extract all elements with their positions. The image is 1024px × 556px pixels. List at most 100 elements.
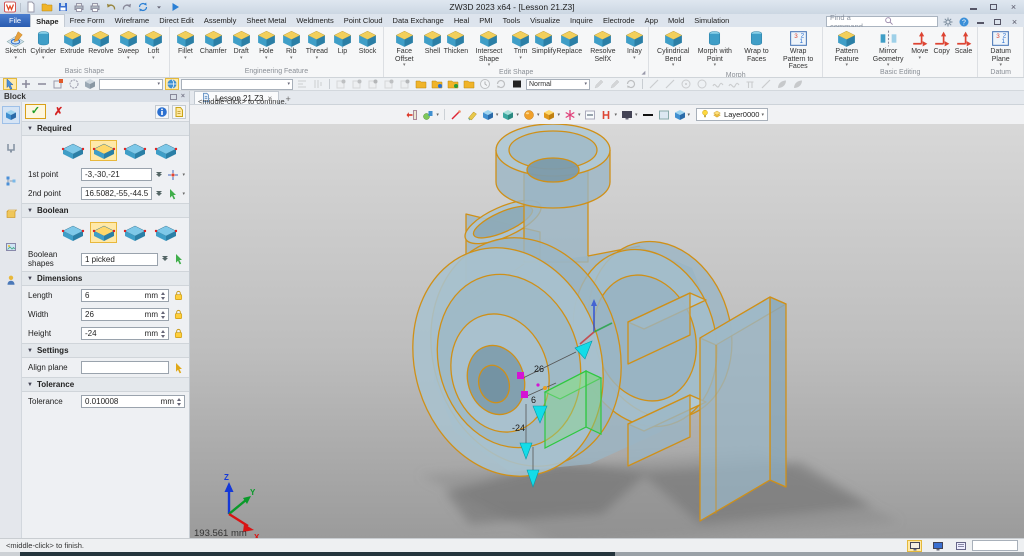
manager-clamp-icon[interactable] xyxy=(2,139,20,157)
select-filter-icon[interactable] xyxy=(3,78,17,90)
paint-icon[interactable] xyxy=(465,108,479,121)
sketch-mini-icon[interactable] xyxy=(449,108,463,121)
search-input[interactable]: Find a command xyxy=(826,14,938,27)
manager-shape-icon[interactable] xyxy=(1,106,20,124)
notes-icon[interactable] xyxy=(172,104,186,119)
draft-button[interactable]: Draft ▾ xyxy=(229,28,254,61)
display-monitor-icon[interactable] xyxy=(930,540,945,552)
trim-button[interactable]: Trim ▾ xyxy=(510,28,532,61)
shape-picker-icon[interactable] xyxy=(166,188,179,200)
restore-doc-icon[interactable] xyxy=(991,17,1004,27)
undo-icon[interactable] xyxy=(105,1,117,13)
revolve-button[interactable]: Revolve xyxy=(86,28,115,56)
dropdown-caret-icon[interactable]: ▾ xyxy=(557,112,560,118)
extrude-button[interactable]: Extrude xyxy=(58,28,86,56)
pattern-feature-button[interactable]: Pattern Feature ▾ xyxy=(826,28,867,68)
dropdown-caret-icon[interactable]: ▾ xyxy=(919,55,922,61)
dropdown-caret-icon[interactable]: ▾ xyxy=(290,55,293,61)
section-boolean[interactable]: ▼ Boolean xyxy=(22,203,189,218)
thicken-button[interactable]: Thicken xyxy=(443,28,468,56)
ok-button[interactable]: ✓ xyxy=(25,104,46,119)
cancel-button[interactable]: ✗ xyxy=(49,104,68,119)
lock-icon[interactable] xyxy=(172,309,185,321)
tab-mold[interactable]: Mold xyxy=(663,14,689,27)
shell-button[interactable]: Shell xyxy=(422,28,444,56)
draw-circle-icon[interactable] xyxy=(695,78,709,90)
picker-caret-icon[interactable]: ▾ xyxy=(182,191,185,197)
replace-button[interactable]: Replace xyxy=(556,28,582,56)
tab-wireframe[interactable]: Wireframe xyxy=(110,14,155,27)
wrap-to-faces-button[interactable]: Wrap to Faces xyxy=(736,28,778,63)
dropdown-caret-icon[interactable]: ▾ xyxy=(516,112,519,118)
appearance-icon[interactable] xyxy=(563,108,577,121)
tab-heal[interactable]: Heal xyxy=(449,14,474,27)
combo-caret-icon[interactable]: ▾ xyxy=(761,112,764,118)
tab-data-exchange[interactable]: Data Exchange xyxy=(388,14,449,27)
plane-picker-icon[interactable] xyxy=(172,362,185,374)
folder-new-icon[interactable] xyxy=(414,78,428,90)
tab-tools[interactable]: Tools xyxy=(498,14,526,27)
sketch-button[interactable]: Sketch ▾ xyxy=(3,28,28,61)
surface-leaf2-icon[interactable] xyxy=(791,78,805,90)
dropdown-caret-icon[interactable]: ▾ xyxy=(688,112,691,118)
length-input[interactable]: 6 mm xyxy=(81,289,169,302)
new-file-icon[interactable] xyxy=(25,1,37,13)
tab-point-cloud[interactable]: Point Cloud xyxy=(339,14,388,27)
manager-tree-icon[interactable] xyxy=(2,172,20,190)
shape-picker-icon[interactable] xyxy=(172,253,185,265)
dropdown-caret-icon[interactable]: ▾ xyxy=(496,112,499,118)
folder-open-icon[interactable] xyxy=(430,78,444,90)
dropdown-caret-icon[interactable]: ▾ xyxy=(42,55,45,61)
replay-icon[interactable] xyxy=(494,78,508,90)
minimize-icon[interactable] xyxy=(967,2,980,12)
dropdown-caret-icon[interactable]: ▾ xyxy=(265,55,268,61)
line-width-icon[interactable] xyxy=(641,108,655,121)
expand-chevron-icon[interactable] xyxy=(156,190,163,196)
draw-segment-icon[interactable] xyxy=(759,78,773,90)
boolean-base-icon[interactable] xyxy=(59,222,86,243)
dropdown-caret-icon[interactable]: ▾ xyxy=(436,112,439,118)
pick-box-icon[interactable] xyxy=(83,78,97,90)
expand-chevron-icon[interactable] xyxy=(162,256,168,261)
cylindrical-bend-button[interactable]: Cylindrical Bend ▾ xyxy=(652,28,694,68)
hole-button[interactable]: Hole ▾ xyxy=(254,28,279,61)
shaded-display-icon[interactable] xyxy=(481,108,495,121)
tab-app[interactable]: App xyxy=(640,14,663,27)
intersect-shape-button[interactable]: Intersect Shape ▾ xyxy=(468,28,509,68)
block-type-center-icon[interactable] xyxy=(90,140,117,161)
save-icon[interactable] xyxy=(57,1,69,13)
sweep-button[interactable]: Sweep ▾ xyxy=(116,28,141,61)
toggle-curve-icon[interactable] xyxy=(350,78,364,90)
expand-chevron-icon[interactable] xyxy=(156,171,163,177)
align-plane-input[interactable] xyxy=(81,361,169,374)
datum-plane-button[interactable]: 3 1 2 Datum Plane ▾ xyxy=(981,28,1020,68)
add-pick-icon[interactable] xyxy=(19,78,33,90)
dropdown-caret-icon[interactable]: ▾ xyxy=(152,55,155,61)
boolean-intersect-icon[interactable] xyxy=(152,222,179,243)
spinner[interactable] xyxy=(161,310,165,319)
dropdown-caret-icon[interactable]: ▾ xyxy=(537,112,540,118)
layer-combo[interactable]: Layer0000 ▾ xyxy=(696,108,768,121)
manager-image-icon[interactable] xyxy=(2,238,20,256)
qat-dropdown-icon[interactable] xyxy=(153,1,165,13)
tab-sheet-metal[interactable]: Sheet Metal xyxy=(241,14,291,27)
help-icon[interactable]: ? xyxy=(958,16,970,27)
face-offset-button[interactable]: Face Offset ▾ xyxy=(387,28,422,68)
thread-button[interactable]: Thread ▾ xyxy=(304,28,330,61)
history-clock-icon[interactable] xyxy=(478,78,492,90)
restore-icon[interactable] xyxy=(987,2,1000,12)
morph-with-point-button[interactable]: Morph with Point ▾ xyxy=(694,28,736,68)
draw-curve-icon[interactable] xyxy=(727,78,741,90)
lock-icon[interactable] xyxy=(172,290,185,302)
boolean-shapes-input[interactable]: 1 picked xyxy=(81,252,158,266)
pick-lasso-icon[interactable] xyxy=(67,78,81,90)
scene-settings-icon[interactable] xyxy=(620,108,634,121)
gear-icon[interactable] xyxy=(942,16,954,27)
width-input[interactable]: 26 mm xyxy=(81,308,169,321)
section-tolerance[interactable]: ▼ Tolerance xyxy=(22,377,189,392)
chamfer-button[interactable]: Chamfer xyxy=(198,28,229,56)
spinner[interactable] xyxy=(161,291,165,300)
background-color-icon[interactable] xyxy=(657,108,671,121)
move-button[interactable]: Move ▾ xyxy=(909,28,931,61)
minimize-doc-icon[interactable] xyxy=(974,17,987,27)
